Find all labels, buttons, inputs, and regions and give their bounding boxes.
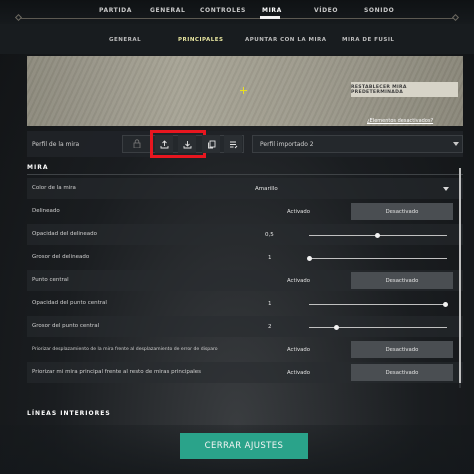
edit-list-button[interactable] xyxy=(224,135,242,153)
prioritize-offset-off-toggle[interactable]: Desactivado xyxy=(351,341,453,358)
section-title-inner-lines: LÍNEAS INTERIORES xyxy=(27,410,111,417)
outline-thickness-slider[interactable] xyxy=(309,258,447,259)
slider-handle[interactable] xyxy=(443,302,448,307)
reset-crosshair-button[interactable]: RESTABLECER MIRA PREDETERMINADA xyxy=(351,82,458,97)
chevron-down-icon xyxy=(453,142,459,146)
prioritize-primary-off-toggle[interactable]: Desactivado xyxy=(351,364,453,381)
setting-label: Opacidad del delineado xyxy=(32,231,98,237)
nav-tab-partida[interactable]: PARTIDA xyxy=(99,7,132,14)
setting-row-center-dot-opacity: Opacidad del punto central 1 xyxy=(27,293,463,314)
color-select-value: Amarillo xyxy=(255,186,278,192)
setting-row-prioritize-offset: Priorizar desplazamiento de la mira fren… xyxy=(27,339,463,360)
nav-divider xyxy=(18,18,456,19)
nav-tab-video[interactable]: VÍDEO xyxy=(314,7,338,14)
lock-icon xyxy=(133,139,141,148)
setting-label: Punto central xyxy=(32,277,69,283)
highlight-box xyxy=(150,130,206,158)
subtab-principales[interactable]: PRINCIPALES xyxy=(178,37,224,43)
slider-value: 1 xyxy=(268,301,272,307)
center-dot-off-toggle[interactable]: Desactivado xyxy=(351,272,453,289)
profile-select-value: Perfil importado 2 xyxy=(260,141,314,148)
profile-label: Perfil de la mira xyxy=(32,141,80,148)
hidden-elements-link[interactable]: ¿Elementos desactivados? xyxy=(367,118,433,124)
copy-button[interactable] xyxy=(202,135,220,153)
scrollbar-thumb[interactable] xyxy=(459,168,461,383)
setting-label: Color de la mira xyxy=(32,185,76,191)
crosshair-icon xyxy=(240,87,247,94)
center-dot-on-toggle[interactable]: Activado xyxy=(247,272,350,289)
slider-handle[interactable] xyxy=(307,256,312,261)
slider-handle[interactable] xyxy=(334,325,340,330)
subtab-mira-de-fusil[interactable]: MIRA DE FUSIL xyxy=(342,37,394,43)
setting-row-outline-opacity: Opacidad del delineado 0,5 xyxy=(27,224,463,245)
setting-label: Priorizar mi mira principal frente al re… xyxy=(32,369,202,375)
nav-tab-controles[interactable]: CONTROLES xyxy=(200,7,246,14)
nav-tab-sonido[interactable]: SONIDO xyxy=(364,7,394,14)
list-edit-icon xyxy=(229,141,237,148)
top-navigation: PARTIDA GENERAL CONTROLES MIRA VÍDEO SON… xyxy=(0,0,474,24)
slider-value: 0,5 xyxy=(265,232,274,238)
prioritize-offset-on-toggle[interactable]: Activado xyxy=(247,341,350,358)
subtab-apuntar-con-la-mira[interactable]: APUNTAR CON LA MIRA xyxy=(245,37,327,43)
slider-handle[interactable] xyxy=(375,233,380,238)
setting-row-center-dot-thickness: Grosor del punto central 2 xyxy=(27,316,463,337)
outline-off-toggle[interactable]: Desactivado xyxy=(351,203,453,220)
sub-navigation: GENERAL PRINCIPALES APUNTAR CON LA MIRA … xyxy=(0,24,474,54)
slider-value: 1 xyxy=(268,255,272,261)
setting-row-center-dot: Punto central Activado Desactivado xyxy=(27,270,463,291)
setting-label: Grosor del punto central xyxy=(32,323,100,329)
chevron-down-icon xyxy=(443,187,449,191)
setting-row-outline-thickness: Grosor del delineado 1 xyxy=(27,247,463,268)
copy-icon xyxy=(207,140,215,148)
slider-value: 2 xyxy=(268,324,272,330)
subtab-general[interactable]: GENERAL xyxy=(109,37,141,43)
setting-row-outline: Delineado Activado Desactivado xyxy=(27,201,463,222)
prioritize-primary-on-toggle[interactable]: Activado xyxy=(247,364,350,381)
section-divider xyxy=(27,174,463,175)
setting-label: Opacidad del punto central xyxy=(32,300,107,306)
nav-tab-mira[interactable]: MIRA xyxy=(262,7,282,14)
setting-label: Priorizar desplazamiento de la mira fren… xyxy=(32,347,218,352)
setting-label: Grosor del delineado xyxy=(32,254,90,260)
center-dot-opacity-slider[interactable] xyxy=(309,304,447,305)
setting-label: Delineado xyxy=(32,208,60,214)
setting-row-prioritize-primary: Priorizar mi mira principal frente al re… xyxy=(27,362,463,383)
nav-diamond-left xyxy=(14,13,23,22)
close-settings-button[interactable]: CERRAR AJUSTES xyxy=(180,433,308,459)
nav-diamond-right xyxy=(451,13,460,22)
center-dot-thickness-slider[interactable] xyxy=(309,327,447,328)
nav-active-indicator xyxy=(260,16,280,19)
outline-on-toggle[interactable]: Activado xyxy=(247,203,350,220)
setting-row-color: Color de la mira Amarillo xyxy=(27,178,463,199)
nav-tab-general[interactable]: GENERAL xyxy=(150,7,185,14)
section-title-mira: MIRA xyxy=(27,164,49,171)
